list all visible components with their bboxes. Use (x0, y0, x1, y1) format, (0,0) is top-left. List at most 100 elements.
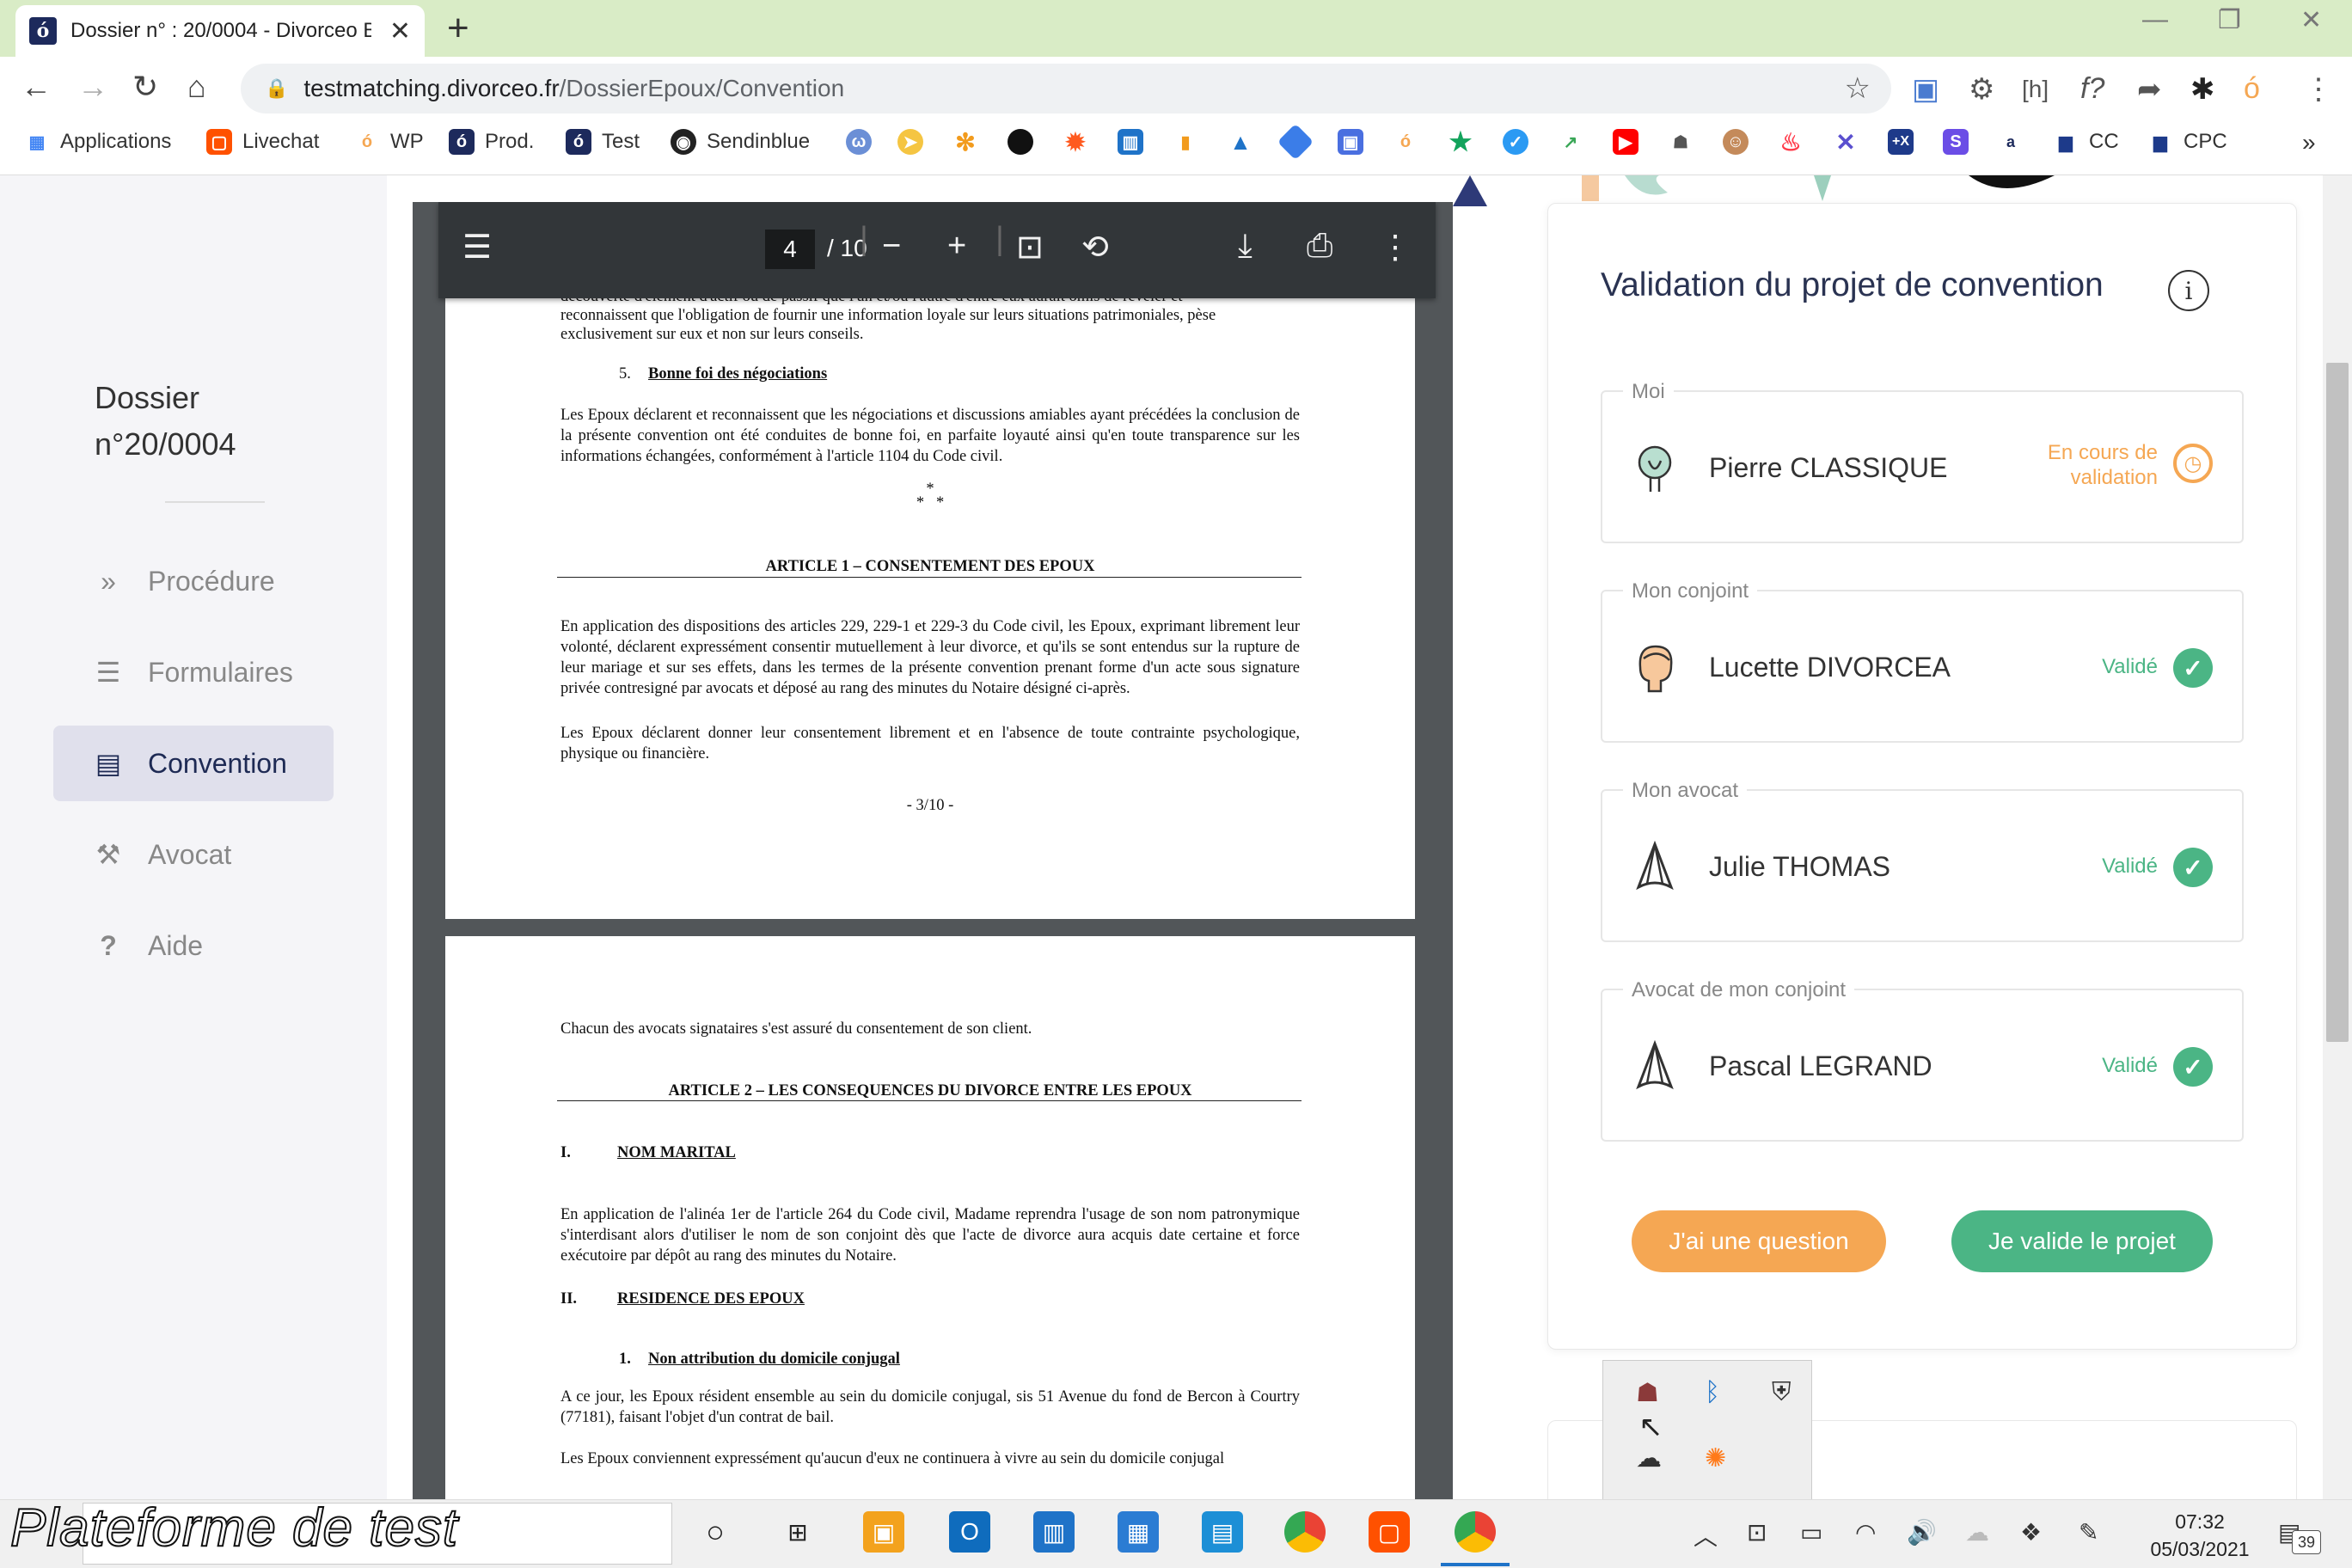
validate-button[interactable]: Je valide le projet (1951, 1210, 2213, 1272)
security-shield-icon[interactable]: ⛨ (1772, 1378, 1792, 1407)
bookmark-prod[interactable]: ó Prod. (449, 129, 534, 155)
bookmark-icon-20[interactable]: +X (1888, 129, 1914, 155)
meet-icon[interactable]: ⊡ (1747, 1518, 1767, 1547)
wifi-icon[interactable]: ◠ (1855, 1518, 1876, 1547)
info-icon[interactable]: i (2168, 270, 2209, 311)
bookmark-icon-1[interactable]: ω (846, 129, 872, 155)
trello-taskbar-icon[interactable]: ▥ (1033, 1511, 1075, 1553)
tab-title: Dossier n° : 20/0004 - Divorceo B (70, 19, 371, 42)
test-icon: ó (566, 129, 591, 155)
onedrive-icon[interactable]: ☁ (1636, 1443, 1662, 1473)
bookmark-icon-15[interactable]: ▶ (1613, 129, 1638, 155)
app-tray-icon[interactable]: ☗ (1636, 1378, 1659, 1408)
chrome-icon[interactable] (1284, 1511, 1326, 1553)
bookmark-cc[interactable]: ▆ CC (2053, 129, 2119, 155)
store-icon[interactable]: ▣ (863, 1511, 904, 1553)
menu-icon[interactable]: ☰ (462, 228, 492, 266)
bookmark-icon-16[interactable]: ☗ (1668, 129, 1694, 155)
sidebar-item-formulaires[interactable]: ☰ Formulaires (53, 634, 334, 710)
volume-icon[interactable]: 🔊 (1907, 1518, 1937, 1547)
cloud-icon[interactable]: ☁ (1965, 1518, 1989, 1547)
bookmark-icon-4[interactable] (1008, 129, 1033, 155)
close-window-button[interactable]: ✕ (2300, 5, 2322, 35)
rotate-icon[interactable]: ⟲ (1081, 228, 1109, 266)
extension-code-icon[interactable]: [h] (2022, 76, 2049, 103)
sidebar-item-procedure[interactable]: » Procédure (53, 543, 334, 619)
sidebar-item-aide[interactable]: ? Aide (53, 908, 334, 983)
bookmark-icon-2[interactable]: ➤ (897, 129, 923, 155)
bookmark-icon-5[interactable]: ✹ (1063, 129, 1088, 156)
bookmark-sendinblue[interactable]: ◉ Sendinblue (671, 129, 810, 155)
pen-icon[interactable]: ✎ (2079, 1518, 2098, 1547)
home-icon[interactable]: ⌂ (187, 69, 206, 105)
widgets-icon[interactable]: ⊞ (777, 1511, 818, 1553)
bookmark-icon-6[interactable]: ▥ (1118, 129, 1143, 155)
question-button[interactable]: J'ai une question (1632, 1210, 1886, 1272)
battery-icon[interactable]: ▭ (1800, 1518, 1822, 1547)
bookmark-icon-10[interactable]: ▣ (1338, 129, 1363, 155)
bookmark-test[interactable]: ó Test (566, 129, 640, 155)
forward-icon[interactable]: → (77, 69, 108, 105)
zoom-in-icon[interactable]: + (947, 228, 966, 265)
bookmark-icon-7[interactable]: ▮ (1173, 129, 1198, 155)
bookmark-icon-11[interactable]: ó (1393, 129, 1418, 155)
page-number-input[interactable]: 4 (765, 230, 815, 269)
bookmark-icon-17[interactable]: ☺ (1723, 129, 1749, 155)
bookmark-star-icon[interactable]: ☆ (1845, 71, 1871, 106)
address-bar[interactable]: 🔒 testmatching.divorceo.fr/DossierEpoux/… (241, 64, 1891, 113)
page-scrollbar-thumb[interactable] (2326, 363, 2349, 1042)
more-options-icon[interactable]: ⋮ (1379, 228, 1412, 266)
avast-icon[interactable]: ✺ (1705, 1443, 1726, 1473)
remote-desktop-icon[interactable]: ▤ (1202, 1511, 1243, 1553)
bookmark-livechat[interactable]: ▢ Livechat (206, 129, 319, 155)
show-hidden-icons-icon[interactable]: ︿ (1694, 1518, 1718, 1553)
taskbar-clock[interactable]: 07:32 05/03/2021 (2135, 1508, 2264, 1563)
extension-arrow-icon[interactable]: ➦ (2137, 72, 2162, 107)
extension-function-icon[interactable]: f? (2080, 72, 2104, 106)
download-icon[interactable]: ⤓ (1238, 228, 1253, 265)
minimize-button[interactable]: — (2142, 5, 2168, 34)
bookmark-icon-14[interactable]: ↗ (1558, 129, 1583, 155)
bluetooth-icon[interactable]: ᛒ (1705, 1378, 1720, 1407)
close-tab-icon[interactable]: ✕ (389, 16, 411, 46)
zoom-out-icon[interactable]: − (882, 228, 901, 265)
calendar-icon[interactable]: ▦ (1118, 1511, 1159, 1553)
more-bookmarks-icon[interactable]: » (2302, 129, 2316, 156)
reload-icon[interactable]: ↻ (132, 69, 158, 105)
sidebar-item-convention[interactable]: ▤ Convention (53, 726, 334, 801)
sidebar-item-avocat[interactable]: ⚒ Avocat (53, 817, 334, 892)
notification-badge: 39 (2292, 1530, 2321, 1554)
bookmark-icon-18[interactable]: ♨ (1778, 129, 1804, 156)
bookmark-site-icon: ✕ (1833, 129, 1859, 156)
bookmark-icon-3[interactable]: ✻ (952, 129, 978, 156)
livechat-taskbar-icon[interactable]: ▢ (1369, 1511, 1410, 1553)
new-tab-button[interactable]: + (447, 7, 469, 50)
extension-gear-icon[interactable]: ⚙ (1969, 72, 1994, 107)
bookmark-icon-13[interactable]: ✓ (1503, 129, 1528, 155)
bookmark-icon-9[interactable] (1277, 123, 1314, 161)
bookmark-applications[interactable]: ▦ Applications (24, 129, 171, 155)
menu-dots-icon[interactable]: ⋮ (2304, 72, 2333, 107)
extensions-puzzle-icon[interactable]: ✱ (2190, 72, 2215, 107)
bookmark-icon-12[interactable]: ★ (1448, 128, 1473, 156)
bookmark-wp[interactable]: ó WP (354, 129, 424, 155)
extension-icon[interactable]: ▣ (1912, 72, 1939, 107)
party-legend: Mon conjoint (1623, 579, 1758, 603)
bookmark-icon-22[interactable]: a (1998, 129, 2024, 155)
task-view-icon[interactable]: ○ (695, 1511, 736, 1553)
profile-icon[interactable]: ó (2244, 72, 2260, 106)
bookmark-cpc[interactable]: ▆ CPC (2147, 129, 2227, 155)
print-icon[interactable]: ⎙ (1307, 228, 1332, 265)
restore-button[interactable]: ❐ (2218, 5, 2241, 35)
chrome-active-icon[interactable] (1455, 1511, 1496, 1553)
pdf-viewer[interactable]: ☰ 4 / 10 | − + | ⊡ ⟲ ⤓ ⎙ ⋮ découverte d'… (413, 202, 1453, 1499)
browser-tab[interactable]: ó Dossier n° : 20/0004 - Divorceo B ✕ (15, 5, 425, 57)
bookmark-icon-21[interactable]: S (1943, 129, 1969, 155)
outlook-icon[interactable]: O (949, 1511, 990, 1553)
bookmark-icon-19[interactable]: ✕ (1833, 129, 1859, 156)
bookmark-icon-8[interactable]: ▲ (1228, 129, 1253, 155)
analytics-icon: ▮ (1173, 129, 1198, 155)
fit-page-icon[interactable]: ⊡ (1016, 228, 1044, 266)
back-icon[interactable]: ← (21, 69, 52, 105)
dropbox-icon[interactable]: ❖ (2020, 1518, 2042, 1547)
